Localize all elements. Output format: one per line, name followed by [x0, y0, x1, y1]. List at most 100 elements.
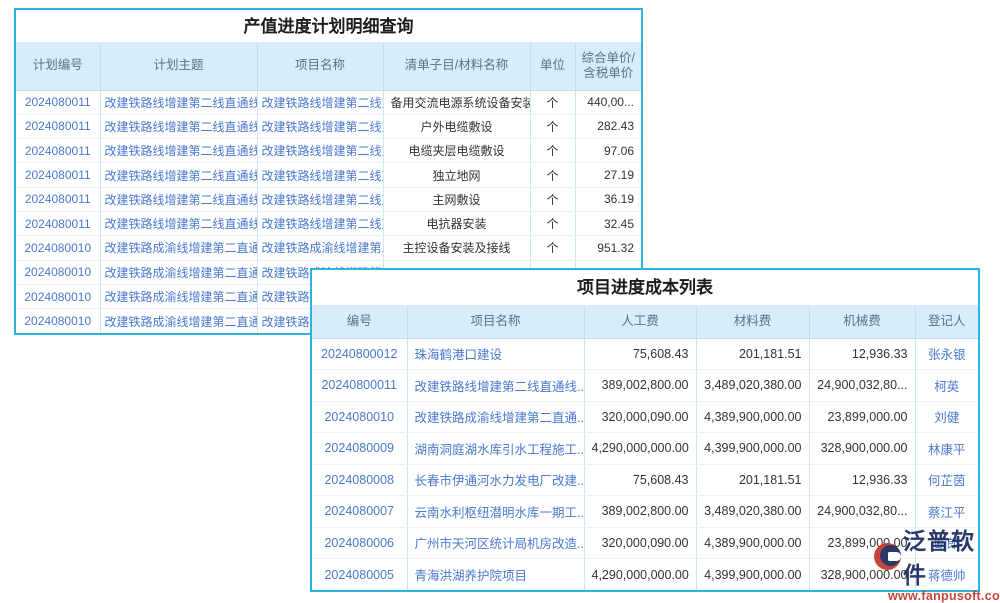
cell-link[interactable]: 长春市伊通河水力发电厂改建... — [407, 464, 584, 496]
cell-link[interactable]: 改建铁路成渝线增建第二直通 — [100, 260, 257, 284]
cell-link[interactable]: 2024080006 — [312, 527, 407, 559]
table-cell: 328,900,000.00 — [809, 433, 915, 465]
table-cell: 个 — [530, 236, 575, 260]
cell-link[interactable]: 2024080011 — [16, 187, 100, 211]
cell-link[interactable]: 张永银 — [915, 338, 978, 370]
header-row: 计划编号计划主题项目名称清单子目/材料名称单位综合单价/含税单价 — [16, 43, 641, 90]
cell-link[interactable]: 改建铁路线增建第二线直通线 — [257, 114, 383, 138]
cell-link[interactable]: 2024080011 — [16, 90, 100, 114]
table-cell: 320,000,090.00 — [584, 527, 696, 559]
cell-link[interactable]: 20240800011 — [312, 370, 407, 402]
table-cell: 4,399,900,000.00 — [696, 433, 809, 465]
table-cell: 36.19 — [575, 187, 641, 211]
column-header: 机械费 — [809, 306, 915, 338]
cell-link[interactable]: 2024080007 — [312, 496, 407, 528]
table-cell: 4,389,900,000.00 — [696, 527, 809, 559]
header-row: 编号项目名称人工费材料费机械费登记人 — [312, 306, 978, 338]
table-cell: 389,002,800.00 — [584, 496, 696, 528]
panel2-title: 项目进度成本列表 — [312, 270, 978, 306]
cell-link[interactable]: 2024080011 — [16, 114, 100, 138]
cell-link[interactable]: 改建铁路成渝线增建第二直通 — [100, 236, 257, 260]
cell-link[interactable]: 改建铁路线增建第二线直通线 — [257, 211, 383, 235]
cell-link[interactable]: 改建铁路线增建第二线直通线 — [100, 90, 257, 114]
cell-link[interactable]: 改建铁路线增建第二线直通线 — [100, 163, 257, 187]
table-cell: 201,181.51 — [696, 464, 809, 496]
column-header: 登记人 — [915, 306, 978, 338]
table-cell: 主控设备安装及接线 — [383, 236, 530, 260]
table-row: 2024080011改建铁路线增建第二线直通线改建铁路线增建第二线直通线电抗器安… — [16, 211, 641, 235]
table-cell: 97.06 — [575, 139, 641, 163]
cell-link[interactable]: 改建铁路成渝线增建第二直通 — [100, 309, 257, 333]
table-cell: 主网敷设 — [383, 187, 530, 211]
cell-link[interactable]: 改建铁路线增建第二线直通线 — [100, 114, 257, 138]
cell-link[interactable]: 改建铁路线增建第二线直通线... — [407, 370, 584, 402]
fanpu-logo-url: www.fanpusoft.com — [874, 589, 998, 603]
table-row: 2024080010改建铁路成渝线增建第二直通改建铁路成渝线增建第二直通主控设备… — [16, 236, 641, 260]
cell-link[interactable]: 何芷茵 — [915, 464, 978, 496]
cell-link[interactable]: 湖南洞庭湖水库引水工程施工... — [407, 433, 584, 465]
cell-link[interactable]: 2024080010 — [16, 309, 100, 333]
cell-link[interactable]: 林康平 — [915, 433, 978, 465]
table-cell: 951.32 — [575, 236, 641, 260]
cell-link[interactable]: 刘健 — [915, 401, 978, 433]
cell-link[interactable]: 改建铁路线增建第二线直通线 — [257, 90, 383, 114]
column-header: 单位 — [530, 43, 575, 90]
cell-link[interactable]: 改建铁路线增建第二线直通线 — [100, 139, 257, 163]
cell-link[interactable]: 2024080010 — [16, 284, 100, 308]
table-row: 20240800012珠海鹤港口建设75,608.43201,181.5112,… — [312, 338, 978, 370]
column-header: 清单子目/材料名称 — [383, 43, 530, 90]
column-header: 项目名称 — [257, 43, 383, 90]
cell-link[interactable]: 2024080010 — [16, 236, 100, 260]
cell-link[interactable]: 改建铁路成渝线增建第二直通... — [407, 401, 584, 433]
table-cell: 12,936.33 — [809, 464, 915, 496]
cell-link[interactable]: 2024080009 — [312, 433, 407, 465]
table-cell: 个 — [530, 114, 575, 138]
table-cell: 23,899,000.00 — [809, 401, 915, 433]
table-cell: 个 — [530, 163, 575, 187]
table-cell: 4,389,900,000.00 — [696, 401, 809, 433]
table-cell: 4,399,900,000.00 — [696, 559, 809, 591]
column-header: 编号 — [312, 306, 407, 338]
table-cell: 个 — [530, 90, 575, 114]
cell-link[interactable]: 青海洪湖养护院项目 — [407, 559, 584, 591]
cell-link[interactable]: 改建铁路成渝线增建第二直通 — [257, 236, 383, 260]
table-row: 2024080009湖南洞庭湖水库引水工程施工...4,290,000,000.… — [312, 433, 978, 465]
table-cell: 320,000,090.00 — [584, 401, 696, 433]
cell-link[interactable]: 2024080008 — [312, 464, 407, 496]
cell-link[interactable]: 云南水利枢纽潜明水库一期工... — [407, 496, 584, 528]
cell-link[interactable]: 改建铁路成渝线增建第二直通 — [100, 284, 257, 308]
cell-link[interactable]: 2024080011 — [16, 163, 100, 187]
table-cell: 户外电缆敷设 — [383, 114, 530, 138]
table-cell: 12,936.33 — [809, 338, 915, 370]
cell-link[interactable]: 2024080005 — [312, 559, 407, 591]
table-row: 2024080011改建铁路线增建第二线直通线改建铁路线增建第二线直通线备用交流… — [16, 90, 641, 114]
table-cell: 389,002,800.00 — [584, 370, 696, 402]
table-row: 2024080011改建铁路线增建第二线直通线改建铁路线增建第二线直通线电缆夹层… — [16, 139, 641, 163]
cell-link[interactable]: 柯英 — [915, 370, 978, 402]
table-cell: 4,290,000,000.00 — [584, 559, 696, 591]
cell-link[interactable]: 20240800012 — [312, 338, 407, 370]
table-cell: 电缆夹层电缆敷设 — [383, 139, 530, 163]
table-row: 2024080011改建铁路线增建第二线直通线改建铁路线增建第二线直通线主网敷设… — [16, 187, 641, 211]
cell-link[interactable]: 珠海鹤港口建设 — [407, 338, 584, 370]
cell-link[interactable]: 广州市天河区统计局机房改造... — [407, 527, 584, 559]
cell-link[interactable]: 改建铁路线增建第二线直通线 — [100, 187, 257, 211]
cell-link[interactable]: 2024080011 — [16, 211, 100, 235]
cell-link[interactable]: 改建铁路线增建第二线直通线 — [257, 187, 383, 211]
cell-link[interactable]: 2024080010 — [312, 401, 407, 433]
cell-link[interactable]: 2024080011 — [16, 139, 100, 163]
table-cell: 282.43 — [575, 114, 641, 138]
table-cell: 440,00... — [575, 90, 641, 114]
table-cell: 32.45 — [575, 211, 641, 235]
cell-link[interactable]: 2024080010 — [16, 260, 100, 284]
table-cell: 备用交流电源系统设备安装 — [383, 90, 530, 114]
cell-link[interactable]: 改建铁路线增建第二线直通线 — [100, 211, 257, 235]
cell-link[interactable]: 改建铁路线增建第二线直通线 — [257, 163, 383, 187]
column-header: 材料费 — [696, 306, 809, 338]
fanpu-logo: 泛普软件 www.fanpusoft.com — [874, 522, 998, 603]
cell-link[interactable]: 改建铁路线增建第二线直通线 — [257, 139, 383, 163]
column-header: 项目名称 — [407, 306, 584, 338]
table-row: 2024080010改建铁路成渝线增建第二直通...320,000,090.00… — [312, 401, 978, 433]
table-cell: 个 — [530, 187, 575, 211]
fanpu-logo-text: 泛普软件 — [903, 522, 998, 590]
